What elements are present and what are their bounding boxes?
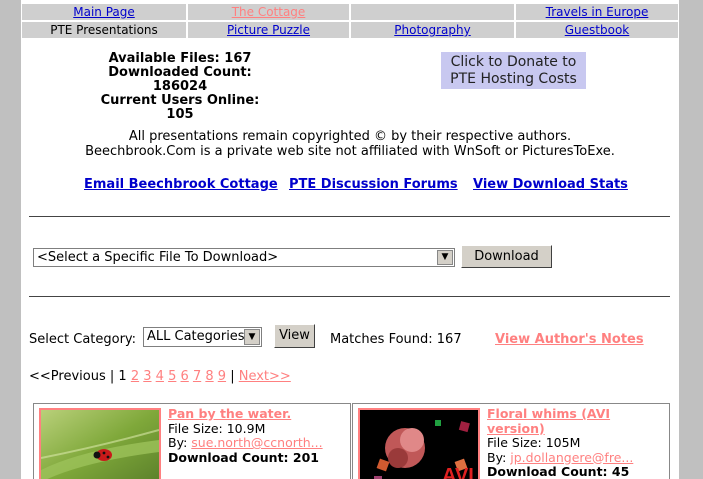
view-button[interactable]: View [274, 324, 315, 348]
nav-link-photography[interactable]: Photography [394, 23, 470, 37]
nav-cell-photography: Photography [350, 21, 515, 39]
download-stats-link[interactable]: View Download Stats [473, 177, 628, 192]
nav-cell-empty [350, 3, 515, 21]
presentation-card: Pan by the water. File Size: 10.9M By: s… [33, 403, 351, 479]
pager-current-page: 1 [118, 369, 127, 384]
download-count: Download Count: 201 [168, 449, 319, 465]
author-email-link[interactable]: jp.dollangere@fre... [510, 450, 633, 465]
pager-previous: <<Previous [29, 369, 106, 384]
nav-cell-puzzle: Picture Puzzle [187, 21, 350, 39]
pager-page-2[interactable]: 2 [131, 369, 139, 384]
pte-forums-link[interactable]: PTE Discussion Forums [289, 177, 458, 192]
by-label: By: [487, 449, 507, 465]
author-line: By: sue.north@ccnorth... [168, 435, 348, 451]
category-label: Select Category: [29, 332, 137, 347]
copyright-notice: All presentations remain copyrighted © b… [21, 129, 679, 159]
nav-link-main-page[interactable]: Main Page [73, 5, 135, 19]
card-info: Floral whims (AVI version) File Size: 10… [487, 406, 667, 479]
email-cottage-link[interactable]: Email Beechbrook Cottage [84, 177, 278, 192]
ladybug-thumbnail[interactable] [39, 408, 161, 479]
nav-cell-travels: Travels in Europe [515, 3, 679, 21]
donate-line-1: Click to Donate to [450, 54, 577, 70]
file-size: File Size: 10.9M [168, 420, 266, 436]
author-line: By: jp.dollangere@fre... [487, 449, 667, 466]
view-author-notes-link[interactable]: View Author's Notes [495, 332, 644, 347]
pager-page-5[interactable]: 5 [168, 369, 176, 384]
stats-link-wrap: View Download Stats [473, 177, 628, 192]
available-files: Available Files: 167 [108, 51, 252, 66]
download-button[interactable]: Download [461, 245, 552, 268]
pagination: <<Previous | 1 2 3 4 5 6 7 8 9 | Next>> [29, 369, 291, 384]
nav-link-travels-in-europe[interactable]: Travels in Europe [546, 5, 649, 19]
email-link-wrap: Email Beechbrook Cottage [84, 177, 278, 192]
divider-top [29, 216, 670, 217]
category-select[interactable]: ALL Categories ▼ [143, 327, 262, 347]
file-select-value: <Select a Specific File To Download> [37, 250, 279, 265]
download-count: Download Count: 45 [487, 464, 630, 479]
page-content: Main Page The Cottage Travels in Europe … [21, 0, 679, 479]
pager-next[interactable]: Next>> [239, 369, 291, 384]
donate-button[interactable]: Click to Donate to PTE Hosting Costs [441, 52, 586, 89]
presentation-title-link[interactable]: Pan by the water. [168, 406, 348, 422]
presentation-title-link[interactable]: Floral whims (AVI version) [487, 406, 667, 436]
nav-row-1: Main Page The Cottage Travels in Europe [21, 3, 679, 21]
card-info: Pan by the water. File Size: 10.9M By: s… [168, 406, 348, 465]
donate-line-2: PTE Hosting Costs [450, 71, 577, 87]
users-online: Current Users Online: 105 [100, 93, 260, 122]
nav-cell-pte: PTE Presentations [21, 21, 187, 39]
downloaded-count: Downloaded Count: 186024 [108, 65, 252, 94]
ladybug-photo [41, 410, 159, 479]
flowers-thumbnail[interactable]: AVI [358, 408, 480, 479]
matches-found: Matches Found: 167 [330, 332, 462, 347]
forums-link-wrap: PTE Discussion Forums [289, 177, 458, 192]
nav-link-the-cottage[interactable]: The Cottage [232, 5, 306, 19]
pager-page-9[interactable]: 9 [218, 369, 226, 384]
pager-page-7[interactable]: 7 [193, 369, 201, 384]
presentation-card: AVI Floral whims (AVI version) File Size… [352, 403, 670, 479]
pager-page-6[interactable]: 6 [181, 369, 189, 384]
file-size: File Size: 105M [487, 435, 581, 450]
nav-row-2: PTE Presentations Picture Puzzle Photogr… [21, 21, 679, 39]
nav-cell-cottage: The Cottage [187, 3, 350, 21]
divider-bottom [29, 296, 670, 297]
by-label: By: [168, 435, 188, 450]
site-stats: Available Files: 167 Downloaded Count: 1… [85, 52, 275, 122]
author-email-link[interactable]: sue.north@ccnorth... [191, 435, 322, 450]
pager-page-4[interactable]: 4 [156, 369, 164, 384]
avi-label: AVI [442, 465, 474, 479]
nav-link-guestbook[interactable]: Guestbook [565, 23, 630, 37]
flowers-avi-photo: AVI [360, 410, 478, 479]
nav-cell-main-page: Main Page [21, 3, 187, 21]
nav-link-picture-puzzle[interactable]: Picture Puzzle [227, 23, 310, 37]
copyright-line-2: Beechbrook.Com is a private web site not… [85, 144, 615, 159]
nav-current-pte-presentations: PTE Presentations [50, 23, 158, 37]
copyright-line-1: All presentations remain copyrighted © b… [128, 129, 572, 144]
nav-cell-guestbook: Guestbook [515, 21, 679, 39]
pager-page-8[interactable]: 8 [205, 369, 213, 384]
chevron-down-icon[interactable]: ▼ [244, 329, 260, 345]
category-select-value: ALL Categories [147, 329, 245, 344]
pager-separator-2: | [230, 369, 235, 384]
file-select[interactable]: <Select a Specific File To Download> ▼ [33, 248, 455, 267]
chevron-down-icon[interactable]: ▼ [437, 250, 453, 265]
pager-separator: | [109, 369, 115, 384]
nav-table: Main Page The Cottage Travels in Europe … [21, 3, 679, 39]
pager-page-3[interactable]: 3 [143, 369, 151, 384]
